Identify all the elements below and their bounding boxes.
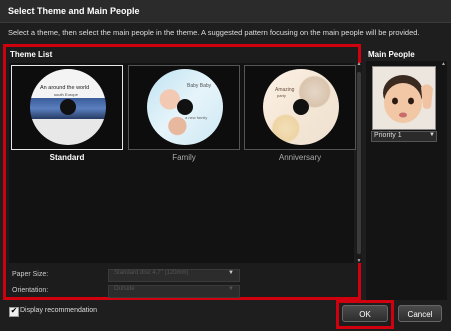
theme-label-anniversary[interactable]: Anniversary [243,153,357,162]
priority-value: Priority 1 [374,132,402,139]
scroll-up-icon[interactable]: ▲ [441,61,446,67]
paper-size-value: Standard disc 4.7" (120mm) [114,270,189,276]
chevron-down-icon[interactable]: ▼ [429,132,435,138]
standard-disc-subtitle: south Europe [54,92,78,97]
chevron-down-icon[interactable]: ▼ [228,286,234,292]
orientation-label: Orientation: [12,287,49,294]
ok-button[interactable]: OK [342,305,388,322]
disc-hole [60,99,76,115]
standard-disc-image: An around the world south Europe [30,69,106,145]
theme-card-standard[interactable]: An around the world south Europe [11,65,123,150]
person-photo[interactable] [372,66,436,130]
scroll-up-icon[interactable]: ▲ [356,61,362,67]
anniversary-disc-subtitle: party [277,93,286,98]
anniversary-disc-image: Amazing party [263,69,339,145]
theme-card-anniversary[interactable]: Amazing party [244,65,356,150]
theme-label-family[interactable]: Family [127,153,241,162]
theme-list-heading: Theme List [10,50,53,59]
display-recommendation-label[interactable]: Display recommendation [20,307,97,314]
standard-disc-title: An around the world [40,85,90,91]
checkmark-icon: ✔ [10,306,18,315]
theme-card-family[interactable]: Baby Baby a new family [128,65,240,150]
chevron-down-icon[interactable]: ▼ [228,270,234,276]
scrollbar-thumb[interactable] [357,72,361,254]
baby-face-icon [373,67,435,129]
disc-hole [293,99,309,115]
paper-size-label: Paper Size: [12,271,49,278]
family-disc-subtitle: a new family [185,115,208,120]
theme-label-standard[interactable]: Standard [10,153,124,162]
dialog-title: Select Theme and Main People [8,6,140,16]
orientation-value: Outside [114,286,135,292]
family-disc-title: Baby Baby [187,83,212,89]
scroll-down-icon[interactable]: ▼ [356,258,362,264]
disc-hole [177,99,193,115]
main-people-heading: Main People [368,50,415,59]
instruction-text: Select a theme, then select the main peo… [8,28,420,37]
family-disc-image: Baby Baby a new family [147,69,223,145]
cancel-button[interactable]: Cancel [398,305,442,322]
